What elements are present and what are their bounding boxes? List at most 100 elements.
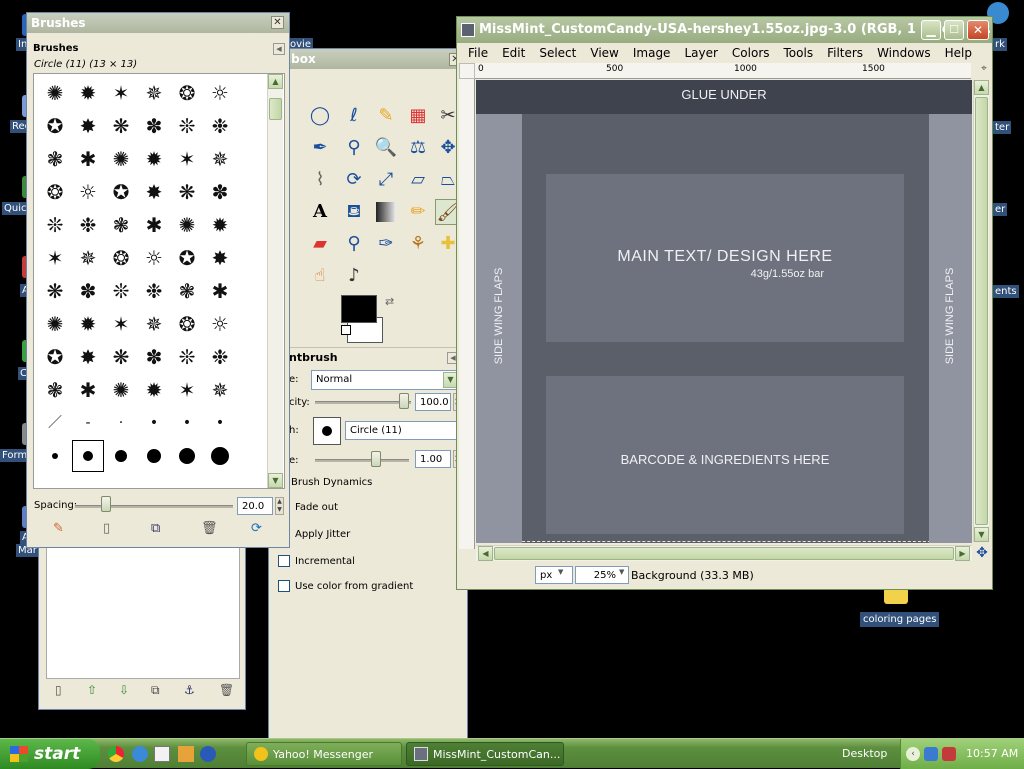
dodge-burn-icon[interactable]: ♪ [341,263,367,289]
brush-thumbnail[interactable]: ✵ [139,309,169,339]
tray-expand-icon[interactable]: ‹ [906,747,920,761]
menu-select[interactable]: Select [532,44,583,62]
edit-brush-icon[interactable]: ✎ [53,521,64,536]
brush-thumbnail[interactable]: • [172,408,202,438]
desktop-label-ents[interactable]: ents [993,285,1019,298]
brushes-menu-icon[interactable]: ◀ [273,43,285,55]
task-missmint[interactable]: MissMint_CustomCan... [406,742,564,766]
brush-thumbnail[interactable]: ✽ [139,342,169,372]
brush-thumbnail[interactable]: ✹ [139,144,169,174]
brush-thumbnail[interactable]: ✵ [73,243,103,273]
navigate-icon[interactable]: ⌖ [977,63,991,79]
brush-thumbnail[interactable]: · [106,408,136,438]
brush-thumbnail[interactable]: ✸ [139,177,169,207]
new-layer-icon[interactable]: ▯ [55,683,62,697]
minimize-button[interactable]: ▁ [921,20,941,40]
brush-thumbnail[interactable]: ✺ [40,309,70,339]
shear-icon[interactable]: ▱ [405,167,431,193]
image-vscroll-thumb[interactable] [975,97,988,525]
opacity-slider[interactable] [315,401,411,404]
brush-thumbnail[interactable]: ❋ [106,342,136,372]
brush-thumbnail[interactable]: ✱ [73,144,103,174]
brush-thumbnail[interactable]: ❊ [106,276,136,306]
menu-help[interactable]: Help [938,44,979,62]
horizontal-ruler[interactable]: 0 500 1000 1500 [475,63,971,79]
brush-thumbnail[interactable]: ✸ [205,243,235,273]
fade-out-expander[interactable]: Fade out [295,502,338,513]
duplicate-brush-icon[interactable]: ⧉ [151,521,160,536]
brush-thumbnail[interactable]: ✶ [172,375,202,405]
fuzzy-select-icon[interactable]: ✎ [373,103,399,129]
brush-thumbnail[interactable]: ☼ [205,309,235,339]
internet-explorer-icon[interactable] [132,746,148,762]
zoom-chevron-down-icon[interactable]: ▼ [619,568,624,576]
scale-slider[interactable] [315,459,409,462]
raise-layer-icon[interactable]: ⇧ [87,683,97,697]
desktop-label-rk[interactable]: rk [993,38,1007,51]
brush-thumbnail[interactable]: ❊ [172,111,202,141]
blend-icon[interactable] [376,202,396,222]
mode-select[interactable]: Normal [311,370,459,390]
brush-thumbnail[interactable]: ❂ [40,177,70,207]
brush-thumbnail[interactable]: ✹ [73,78,103,108]
bucket-fill-icon[interactable]: ⛾ [341,199,367,225]
opacity-field[interactable]: 100.0 [415,393,451,411]
brush-thumbnail[interactable]: ❃ [40,144,70,174]
color-picker-icon[interactable]: ⚲ [341,135,367,161]
brush-thumbnail[interactable]: ✵ [139,78,169,108]
brush-thumbnail[interactable]: ✸ [73,342,103,372]
brush-thumbnail[interactable]: ☼ [139,243,169,273]
ellipse-select-icon[interactable]: ◯ [307,103,333,129]
image-scroll-left-icon[interactable]: ◀ [478,546,493,561]
brush-thumbnail[interactable]: ✶ [106,309,136,339]
menu-colors[interactable]: Colors [725,44,777,62]
brush-thumbnail[interactable]: ❃ [106,210,136,240]
airbrush-icon[interactable]: ⚲ [341,231,367,257]
scale-field[interactable]: 1.00 [415,450,451,468]
brush-thumbnail[interactable] [172,441,202,471]
brush-thumbnail[interactable]: ❊ [172,342,202,372]
pencil-icon[interactable]: ✏ [405,199,431,225]
brush-thumbnail[interactable]: ✱ [73,375,103,405]
menu-windows[interactable]: Windows [870,44,938,62]
brush-grid[interactable]: ✺ ✹ ✶ ✵ ❂ ☼ ✪ ✸ ❋ ✽ ❊ ❉ ❃ ✱ ✺ ✹ ✶ ✵ ❂ ☼ ✪ ✸ ❋ ✽ ❊ ❉ ❃ ✱ ✺ ✹ ✶ ✵ ❂ ☼ ✪ ✸ ❋ ✽ ❊ ❉… [33,73,285,489]
brush-thumbnail[interactable]: ❂ [172,78,202,108]
brush-thumbnail[interactable]: ❋ [172,177,202,207]
ink-icon[interactable]: ✑ [373,231,399,257]
smudge-icon[interactable]: ☝ [307,263,333,289]
brush-thumbnail[interactable]: - [73,408,103,438]
brushes-scroll-down-icon[interactable]: ▼ [268,473,283,488]
brush-thumbnail[interactable]: ✽ [73,276,103,306]
security-tray-icon[interactable] [942,747,956,761]
brush-name-field[interactable]: Circle (11) [345,421,461,440]
folder-icon[interactable] [884,588,908,604]
brush-thumbnail[interactable]: ✪ [106,177,136,207]
brush-thumbnail[interactable]: ✵ [205,375,235,405]
vertical-ruler[interactable] [459,79,475,549]
brush-thumbnail[interactable]: ❋ [106,111,136,141]
brush-dynamics-expander[interactable]: Brush Dynamics [291,477,372,488]
image-scroll-down-icon[interactable]: ▼ [974,527,989,542]
brush-thumbnail[interactable]: • [139,408,169,438]
unit-select[interactable]: px [535,566,573,584]
brush-thumbnail[interactable]: ✶ [172,144,202,174]
free-select-icon[interactable]: ℓ [341,103,367,129]
brush-thumbnail[interactable]: ✪ [40,342,70,372]
brush-thumbnail[interactable]: ❋ [40,276,70,306]
brush-thumbnail[interactable] [205,441,235,471]
network-tray-icon[interactable] [924,747,938,761]
brush-thumbnail[interactable]: ✹ [73,309,103,339]
brushes-scroll-up-icon[interactable]: ▲ [268,74,283,89]
image-scroll-up-icon[interactable]: ▲ [974,80,989,95]
spacing-field[interactable]: 20.0 [237,497,273,515]
apply-jitter-expander[interactable]: Apply Jitter [295,529,350,540]
lower-layer-icon[interactable]: ⇩ [119,683,129,697]
navigation-icon[interactable]: ✥ [974,545,990,561]
image-horizontal-scrollbar[interactable]: ◀ ▶ [476,545,972,561]
color-select-icon[interactable]: ▦ [405,103,431,129]
image-vertical-scrollbar[interactable]: ▲ ▼ [973,80,989,542]
image-canvas[interactable]: GLUE UNDER SIDE WING FLAPS SIDE WING FLA… [476,80,972,543]
brush-thumbnail[interactable]: ✵ [205,144,235,174]
brush-thumbnail[interactable] [72,440,104,472]
brush-thumbnail[interactable]: ❉ [139,276,169,306]
